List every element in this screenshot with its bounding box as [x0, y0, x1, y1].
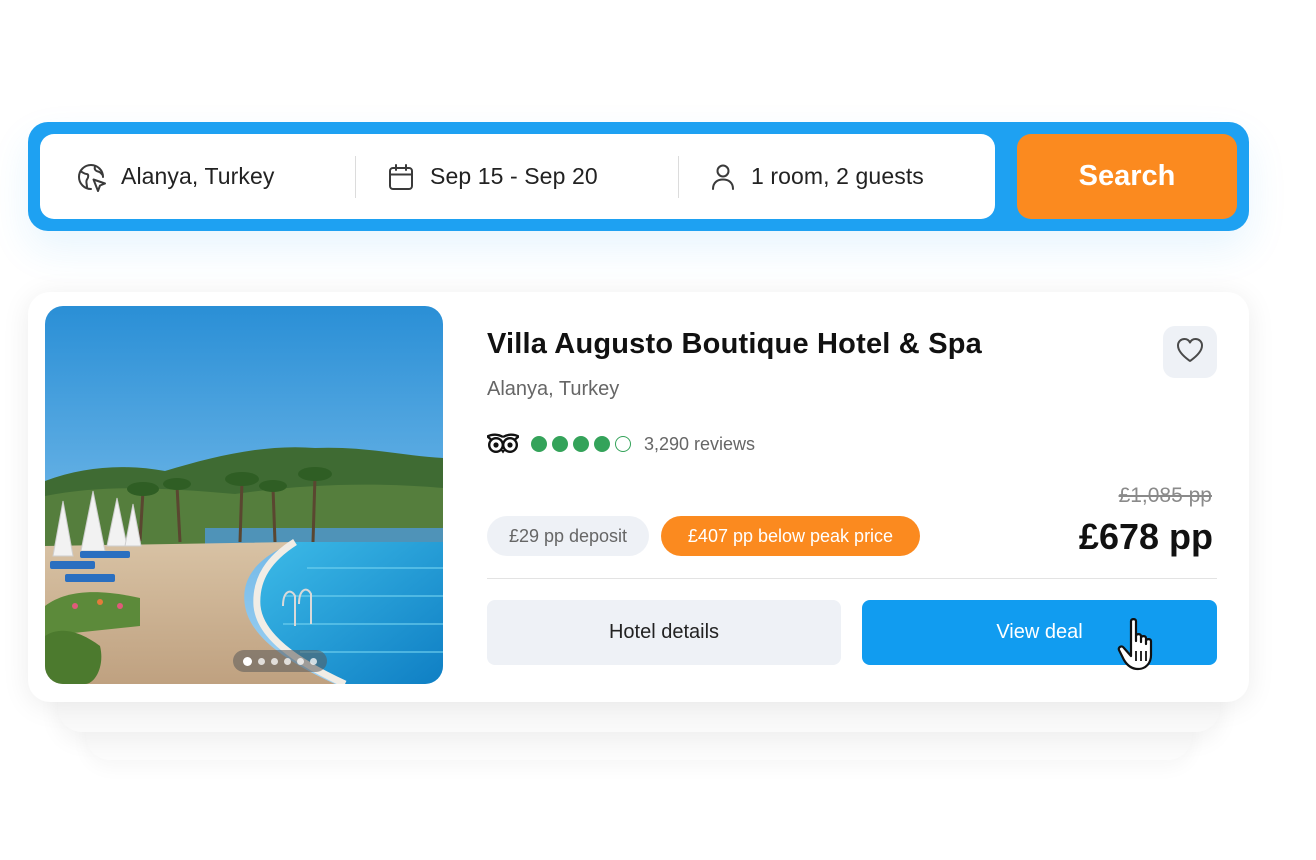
carousel-dot[interactable] — [258, 657, 265, 665]
carousel-dot[interactable] — [271, 657, 278, 665]
rating-bubble-empty — [615, 436, 631, 452]
deposit-badge: £29 pp deposit — [487, 516, 649, 556]
price: £678 pp — [1078, 516, 1213, 557]
calendar-icon — [388, 163, 414, 191]
location-value: Alanya, Turkey — [121, 163, 275, 189]
rating-bubble-filled — [594, 436, 610, 452]
guests-value: 1 room, 2 guests — [751, 163, 924, 189]
globe-pin-icon — [74, 160, 108, 194]
hotel-name[interactable]: Villa Augusto Boutique Hotel & Spa — [487, 328, 982, 361]
rating: 3,290 reviews — [485, 432, 755, 456]
carousel-dot[interactable] — [310, 657, 317, 665]
search-fields: Alanya, Turkey Sep 15 - Sep 20 1 room, 2… — [40, 134, 995, 219]
old-price: £1,085 pp — [1118, 484, 1212, 507]
location-field[interactable]: Alanya, Turkey — [40, 134, 355, 219]
carousel-dots[interactable] — [233, 650, 327, 672]
search-bar: Alanya, Turkey Sep 15 - Sep 20 1 room, 2… — [28, 122, 1249, 231]
carousel-dot[interactable] — [284, 657, 291, 665]
hotel-location: Alanya, Turkey — [487, 378, 620, 400]
dates-value: Sep 15 - Sep 20 — [430, 163, 598, 189]
heart-icon — [1175, 336, 1205, 369]
peak-price-badge: £407 pp below peak price — [661, 516, 920, 556]
review-count[interactable]: 3,290 reviews — [644, 434, 755, 455]
dates-field[interactable]: Sep 15 - Sep 20 — [356, 134, 678, 219]
rating-bubble-filled — [552, 436, 568, 452]
user-icon — [711, 163, 735, 191]
favorite-button[interactable] — [1163, 326, 1217, 378]
hotel-card: Villa Augusto Boutique Hotel & Spa Alany… — [28, 292, 1249, 702]
rating-bubble-filled — [531, 436, 547, 452]
tripadvisor-owl-icon — [485, 433, 521, 455]
rating-bubble-filled — [573, 436, 589, 452]
carousel-dot[interactable] — [297, 657, 304, 665]
guests-field[interactable]: 1 room, 2 guests — [679, 134, 995, 219]
hotel-details-button[interactable]: Hotel details — [487, 600, 841, 665]
carousel-dot[interactable] — [243, 656, 252, 666]
view-deal-button[interactable]: View deal — [862, 600, 1217, 665]
search-button[interactable]: Search — [1017, 134, 1237, 219]
hotel-photo[interactable] — [45, 306, 443, 684]
divider — [487, 578, 1217, 579]
